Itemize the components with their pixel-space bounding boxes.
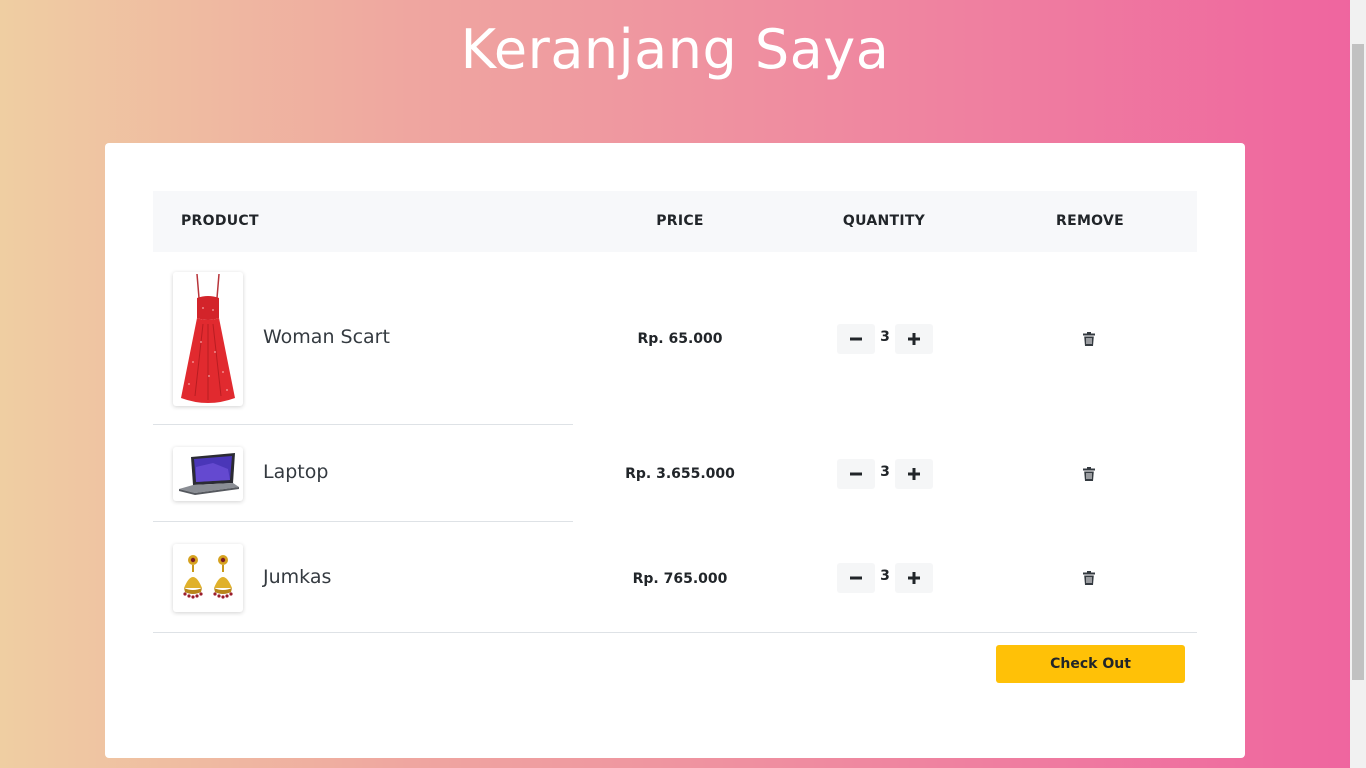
minus-icon <box>850 576 862 580</box>
quantity-value: 3 <box>880 329 890 345</box>
header-remove: REMOVE <box>1056 213 1124 229</box>
product-name: Laptop <box>263 461 329 483</box>
table-row: Woman Scart Rp. 65.000 3 <box>153 252 1197 425</box>
quantity-value: 3 <box>880 568 890 584</box>
cart-card: PRODUCT PRICE QUANTITY REMOVE Woman Scar… <box>105 143 1245 758</box>
table-row: Laptop Rp. 3.655.000 3 <box>153 425 1197 522</box>
product-price: Rp. 65.000 <box>637 331 723 347</box>
quantity-value: 3 <box>880 464 890 480</box>
plus-icon <box>908 333 920 345</box>
minus-icon <box>850 472 862 476</box>
decrease-quantity-button[interactable] <box>837 563 875 593</box>
trash-icon <box>1083 332 1095 346</box>
quantity-stepper: 3 <box>837 459 933 489</box>
cart-table: PRODUCT PRICE QUANTITY REMOVE Woman Scar… <box>153 191 1197 633</box>
product-price: Rp. 3.655.000 <box>625 466 735 482</box>
minus-icon <box>850 337 862 341</box>
increase-quantity-button[interactable] <box>895 459 933 489</box>
table-row: Jumkas Rp. 765.000 3 <box>153 522 1197 633</box>
plus-icon <box>908 468 920 480</box>
red-dress-image <box>173 272 243 406</box>
increase-quantity-button[interactable] <box>895 324 933 354</box>
header-price: PRICE <box>656 213 704 229</box>
header-product: PRODUCT <box>181 213 259 229</box>
decrease-quantity-button[interactable] <box>837 459 875 489</box>
table-header: PRODUCT PRICE QUANTITY REMOVE <box>153 191 1197 252</box>
trash-icon <box>1083 467 1095 481</box>
earrings-image <box>173 544 243 612</box>
product-price: Rp. 765.000 <box>632 571 728 587</box>
checkout-button[interactable]: Check Out <box>996 645 1185 683</box>
product-name: Woman Scart <box>263 326 390 348</box>
plus-icon <box>908 572 920 584</box>
row-divider <box>153 632 1197 633</box>
header-quantity: QUANTITY <box>842 213 926 229</box>
remove-item-button[interactable] <box>1079 329 1099 349</box>
laptop-image <box>173 447 243 501</box>
increase-quantity-button[interactable] <box>895 563 933 593</box>
trash-icon <box>1083 571 1095 585</box>
scrollbar-thumb[interactable] <box>1352 44 1364 680</box>
decrease-quantity-button[interactable] <box>837 324 875 354</box>
quantity-stepper: 3 <box>837 324 933 354</box>
product-name: Jumkas <box>263 566 332 588</box>
remove-item-button[interactable] <box>1079 464 1099 484</box>
page-scrollbar[interactable] <box>1350 0 1366 768</box>
page-title: Keranjang Saya <box>460 18 890 81</box>
quantity-stepper: 3 <box>837 563 933 593</box>
remove-item-button[interactable] <box>1079 568 1099 588</box>
